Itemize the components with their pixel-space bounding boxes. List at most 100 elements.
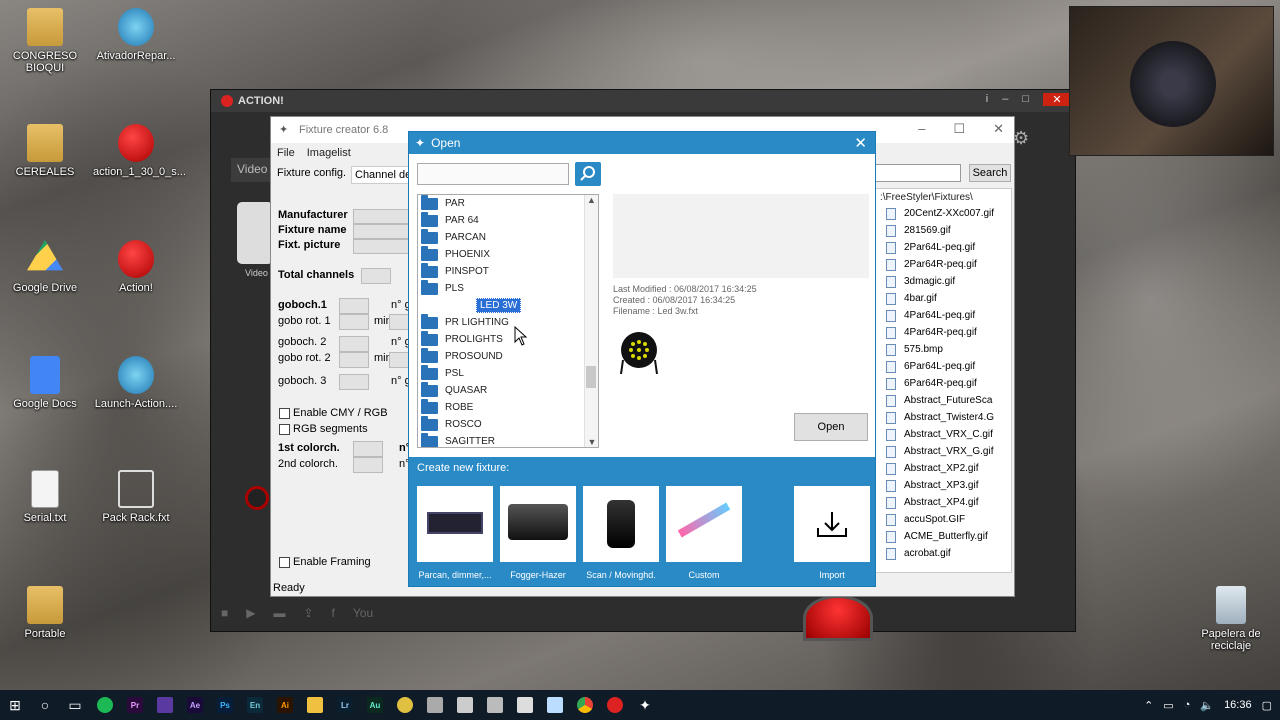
desktop-icon-launch-action[interactable]: Launch-Action.... <box>93 356 179 410</box>
tree-folder-item[interactable]: ROBE <box>418 398 598 416</box>
facebook-icon[interactable]: f <box>332 606 335 620</box>
minimize-button[interactable]: – <box>918 121 925 137</box>
file-list-item[interactable]: Abstract_XP4.gif <box>876 494 1011 511</box>
close-button[interactable]: ✕ <box>1043 92 1071 106</box>
action-video-thumb[interactable] <box>237 202 273 264</box>
desktop-icon-ativador[interactable]: AtivadorRepar... <box>93 8 179 62</box>
file-list-item[interactable]: 6Par64R-peq.gif <box>876 375 1011 392</box>
windows-start-icon[interactable]: ⊞ <box>0 690 30 720</box>
play-icon[interactable]: ▶ <box>246 606 255 620</box>
tree-folder-item[interactable]: PAR <box>418 195 598 212</box>
webcam-icon[interactable] <box>245 486 269 510</box>
file-list-item[interactable]: 4Par64R-peq.gif <box>876 324 1011 341</box>
illustrator-icon[interactable]: Ai <box>270 690 300 720</box>
tile-custom[interactable] <box>666 486 742 562</box>
file-list-item[interactable]: accuSpot.GIF <box>876 511 1011 528</box>
file-list-item[interactable]: 4bar.gif <box>876 290 1011 307</box>
action-video-tab[interactable]: Video <box>231 158 275 182</box>
tree-folder-item[interactable]: ROSCO <box>418 415 598 433</box>
file-list-item[interactable]: 3dmagic.gif <box>876 273 1011 290</box>
tree-folder-item[interactable]: PROLIGHTS <box>418 330 598 348</box>
enable-framing-checkbox[interactable] <box>279 557 290 568</box>
scroll-down-icon[interactable]: ▼ <box>585 437 598 447</box>
minimize-button[interactable]: – <box>1002 93 1008 105</box>
scroll-up-icon[interactable]: ▲ <box>585 195 598 205</box>
app-icon-1[interactable] <box>390 690 420 720</box>
tree-item-led3w[interactable]: LED 3W <box>418 297 598 314</box>
gobo-rot1-field[interactable] <box>339 314 369 330</box>
gear-icon[interactable]: ⚙ <box>1013 128 1029 149</box>
file-search-input[interactable] <box>875 164 961 182</box>
desktop-icon-google-drive[interactable]: Google Drive <box>2 240 88 294</box>
tree-folder-item[interactable]: SAGITTER <box>418 432 598 447</box>
maximize-button[interactable]: □ <box>1022 93 1029 105</box>
file-list-item[interactable]: ACME_Butterfly.gif <box>876 528 1011 545</box>
cortana-icon[interactable]: ○ <box>30 690 60 720</box>
desktop-icon-serial[interactable]: Serial.txt <box>2 470 88 524</box>
desktop-icon-recycle-bin[interactable]: Papelera de reciclaje <box>1188 586 1274 652</box>
wifi-icon[interactable]: ◔ <box>1184 699 1191 711</box>
audition-icon[interactable]: Au <box>360 690 390 720</box>
file-list-item[interactable]: Abstract_XP3.gif <box>876 477 1011 494</box>
premiere-clip-icon[interactable] <box>150 690 180 720</box>
file-list-item[interactable]: 20CentZ-XXc007.gif <box>876 205 1011 222</box>
file-list-item[interactable]: 575.bmp <box>876 341 1011 358</box>
app-icon-6[interactable] <box>540 690 570 720</box>
goboch3-field[interactable] <box>339 374 369 390</box>
action-taskbar-icon[interactable] <box>600 690 630 720</box>
menu-imagelist[interactable]: Imagelist <box>307 147 351 159</box>
tile-scan[interactable] <box>583 486 659 562</box>
gobo-rot2-field[interactable] <box>339 352 369 368</box>
tree-folder-item[interactable]: PINSPOT <box>418 262 598 280</box>
fixt-picture-field[interactable] <box>353 239 409 254</box>
app-icon-5[interactable] <box>510 690 540 720</box>
desktop-icon-congreso[interactable]: CONGRESO BIOQUI <box>2 8 88 74</box>
tree-folder-item[interactable]: PSL <box>418 364 598 382</box>
tree-folder-item[interactable]: PR LIGHTING <box>418 313 598 331</box>
photoshop-icon[interactable]: Ps <box>210 690 240 720</box>
after-effects-icon[interactable]: Ae <box>180 690 210 720</box>
chrome-icon[interactable] <box>570 690 600 720</box>
file-list-item[interactable]: 4Par64L-peq.gif <box>876 307 1011 324</box>
laptop-icon[interactable]: ▭ <box>1163 699 1173 712</box>
tree-folder-item[interactable]: PLS <box>418 279 598 297</box>
tile-fogger[interactable] <box>500 486 576 562</box>
file-list-item[interactable]: Abstract_Twister4.G <box>876 409 1011 426</box>
lightroom-icon[interactable]: Lr <box>330 690 360 720</box>
gobo-rot1-min-field[interactable] <box>389 314 409 330</box>
tab-channel-description[interactable]: Channel des <box>351 166 409 184</box>
enable-cmy-checkbox[interactable] <box>279 408 290 419</box>
close-button[interactable]: ✕ <box>854 134 867 152</box>
file-list-item[interactable]: acrobat.gif <box>876 545 1011 562</box>
tree-folder-item[interactable]: PARCAN <box>418 228 598 246</box>
desktop-icon-pack-rack[interactable]: Pack Rack.fxt <box>93 470 179 524</box>
fixture-creator-taskbar-icon[interactable]: ✦ <box>630 690 660 720</box>
goboch2-field[interactable] <box>339 336 369 352</box>
desktop-icon-portable[interactable]: Portable <box>2 586 88 640</box>
scroll-thumb[interactable] <box>586 366 596 388</box>
rgb-segments-checkbox[interactable] <box>279 424 290 435</box>
file-list-item[interactable]: 2Par64R-peq.gif <box>876 256 1011 273</box>
total-channels-field[interactable] <box>361 268 391 284</box>
upload-icon[interactable]: ⇪ <box>303 606 313 620</box>
tree-scrollbar[interactable]: ▲ ▼ <box>584 195 598 447</box>
clock-time[interactable]: 16:36 <box>1224 699 1252 711</box>
info-icon[interactable]: i <box>986 93 988 105</box>
chevron-up-icon[interactable]: ⌃ <box>1144 699 1153 712</box>
search-button[interactable] <box>575 162 601 186</box>
file-list-item[interactable]: Abstract_FutureSca <box>876 392 1011 409</box>
fixture-search-input[interactable] <box>417 163 569 185</box>
tile-parcan[interactable] <box>417 486 493 562</box>
fixture-name-field[interactable] <box>353 224 409 239</box>
search-button[interactable]: Search <box>969 164 1011 182</box>
colorch2-field[interactable] <box>353 457 383 473</box>
open-button[interactable]: Open <box>794 413 868 441</box>
file-list-item[interactable]: Abstract_XP2.gif <box>876 460 1011 477</box>
record-button[interactable] <box>803 595 873 641</box>
desktop-icon-action[interactable]: Action! <box>93 240 179 294</box>
premiere-icon[interactable]: Pr <box>120 690 150 720</box>
folder-icon[interactable]: ▬ <box>273 606 285 620</box>
notifications-icon[interactable]: ▢ <box>1262 699 1272 712</box>
manufacturer-field[interactable] <box>353 209 409 224</box>
tree-folder-item[interactable]: PROSOUND <box>418 347 598 365</box>
